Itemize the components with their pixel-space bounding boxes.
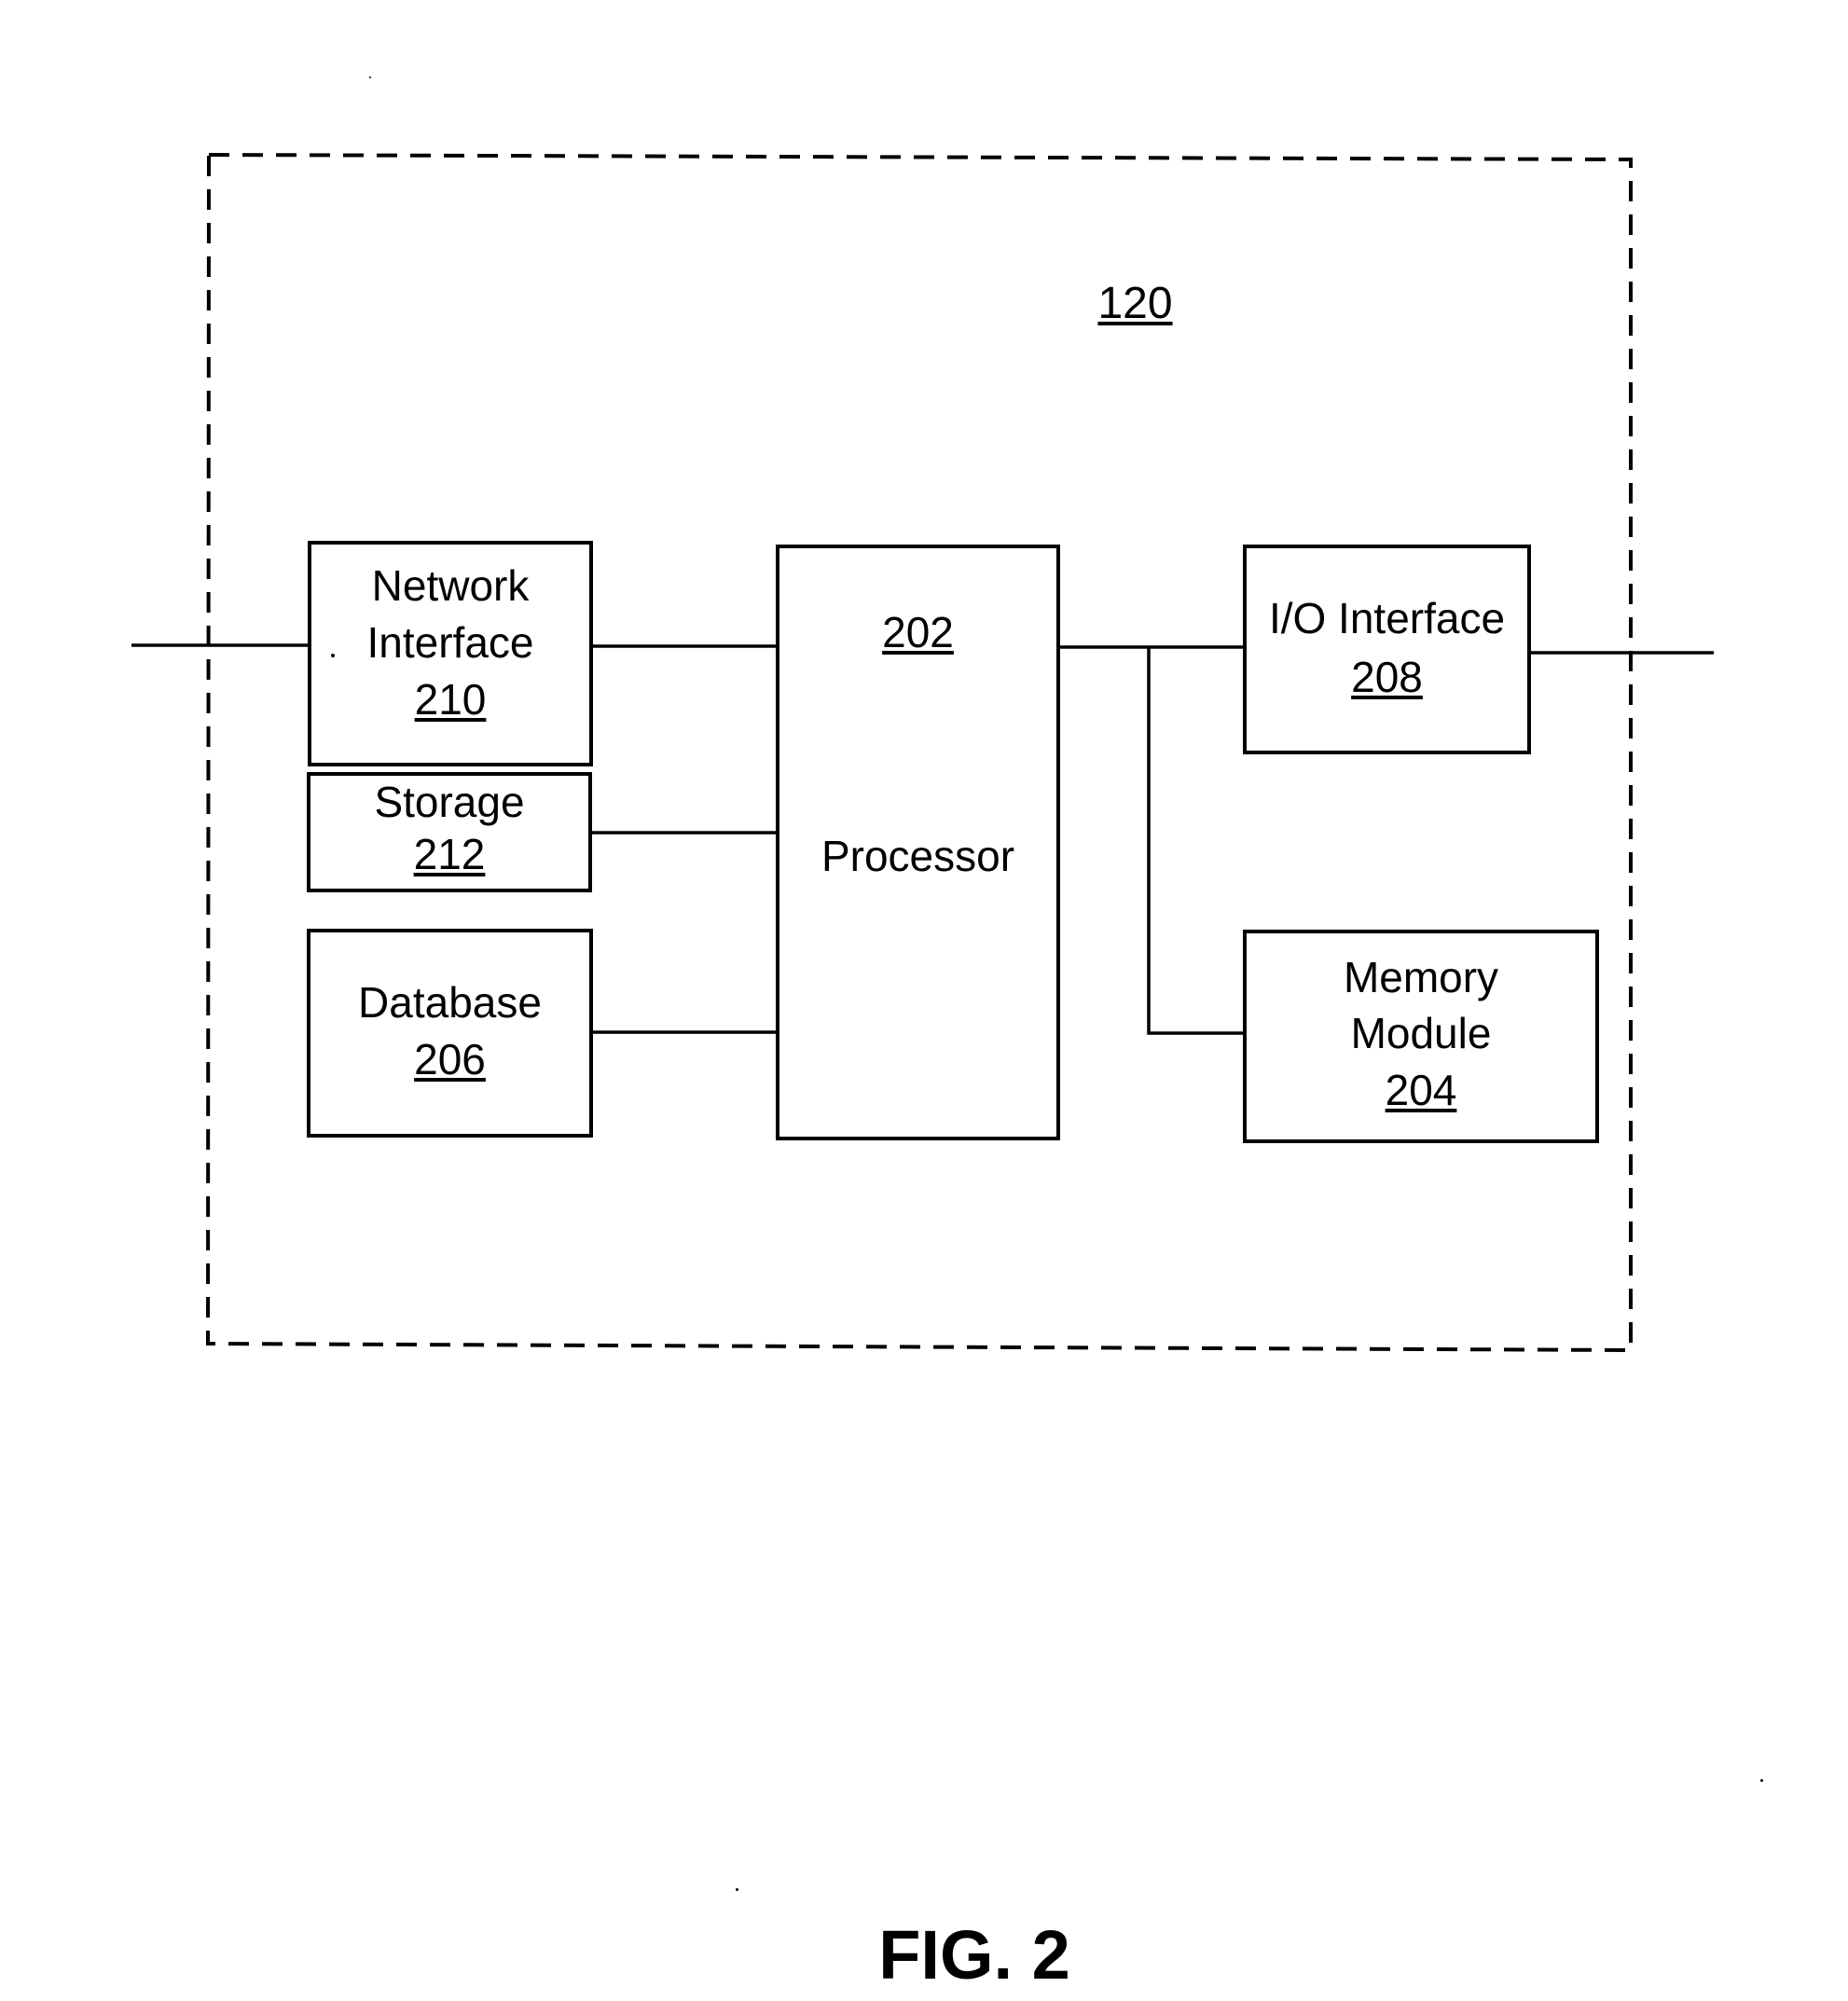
- processor-ref: 202: [882, 608, 954, 656]
- figure-canvas: 120 Network Interface 210 Storage 212 Da…: [0, 0, 1848, 2001]
- io-interface-ref: 208: [1351, 653, 1423, 701]
- network-interface-label-line2: Interface: [366, 618, 534, 667]
- figure-caption: FIG. 2: [878, 1916, 1070, 1994]
- scan-speck: [331, 654, 335, 657]
- scan-speck: [369, 76, 371, 78]
- io-interface-label: I/O Interface: [1268, 594, 1506, 642]
- database-label: Database: [358, 978, 542, 1027]
- storage-ref: 212: [413, 830, 486, 878]
- wire-processor-to-memory-module: [1147, 647, 1243, 1035]
- scan-speck: [736, 1888, 738, 1891]
- database-ref: 206: [414, 1035, 486, 1083]
- memory-module-label-line1: Memory: [1343, 953, 1499, 1001]
- memory-module-label-line2: Module: [1350, 1009, 1492, 1057]
- storage-label: Storage: [374, 778, 525, 826]
- network-interface-ref: 210: [414, 675, 487, 724]
- network-interface-label-line1: Network: [371, 561, 530, 610]
- scan-speck: [1760, 1779, 1763, 1782]
- system-reference-label: 120: [1097, 279, 1173, 328]
- processor-label: Processor: [821, 832, 1015, 880]
- memory-module-ref: 204: [1385, 1066, 1457, 1114]
